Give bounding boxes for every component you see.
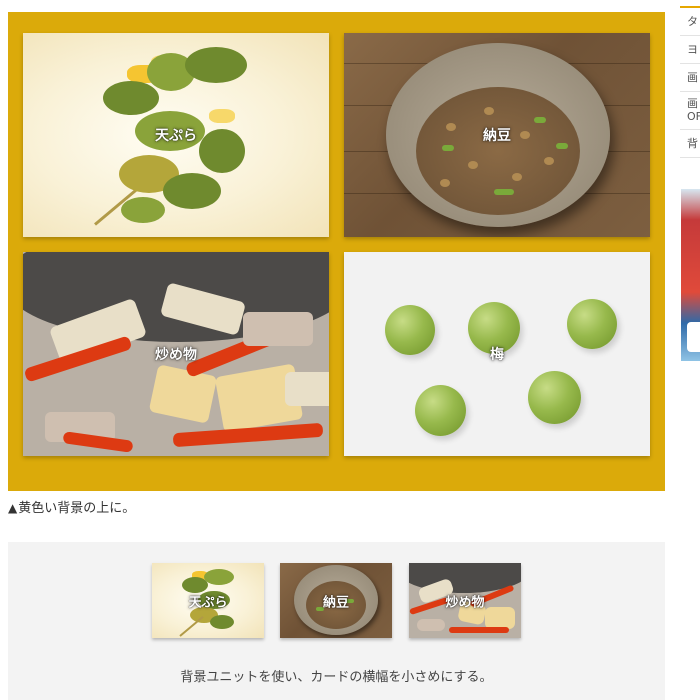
card-stirfry[interactable]: 炒め物	[23, 252, 329, 456]
sidebar-banner-button[interactable]	[687, 322, 700, 352]
ume-plum	[567, 299, 617, 349]
yellow-card-panel: 天ぷら 納豆 炒め物 梅	[8, 12, 665, 491]
thumb-tempura[interactable]: 天ぷら	[152, 563, 264, 638]
thumb-label: 納豆	[322, 595, 349, 610]
thumb-label: 炒め物	[445, 595, 485, 610]
thumb-stirfry[interactable]: 炒め物	[409, 563, 521, 638]
sidebar-item[interactable]: 画	[680, 64, 700, 92]
card-label: 梅	[490, 347, 504, 363]
thumb-natto[interactable]: 納豆	[280, 563, 392, 638]
gray-background-unit: 天ぷら 納豆 炒め物 背景ユニットを使い、カードの横幅を小さめにする。	[8, 542, 665, 700]
sidebar-item[interactable]: 画 OF	[680, 92, 700, 130]
sidebar-header-rule	[680, 0, 700, 8]
ume-plum	[415, 385, 466, 436]
gray-panel-caption: 背景ユニットを使い、カードの横幅を小さめにする。	[180, 670, 493, 685]
card-tempura[interactable]: 天ぷら	[23, 33, 329, 237]
sidebar-item[interactable]: ヨ	[680, 36, 700, 64]
caption-text: 黄色い背景の上に。	[18, 501, 136, 516]
card-ume[interactable]: 梅	[344, 252, 650, 456]
ume-plum	[528, 371, 581, 424]
yellow-panel-caption: ▲黄色い背景の上に。	[8, 497, 135, 516]
thumb-label: 天ぷら	[188, 595, 228, 610]
sidebar-item[interactable]: 背	[680, 130, 700, 158]
card-natto[interactable]: 納豆	[344, 33, 650, 237]
sidebar-item[interactable]: タ	[680, 8, 700, 36]
card-label: 炒め物	[155, 347, 197, 363]
card-label: 天ぷら	[155, 128, 197, 144]
triangle-up-icon: ▲	[8, 501, 18, 515]
sidebar-link-list: タ ヨ 画 画 OF 背	[680, 0, 700, 158]
card-label: 納豆	[483, 128, 511, 144]
